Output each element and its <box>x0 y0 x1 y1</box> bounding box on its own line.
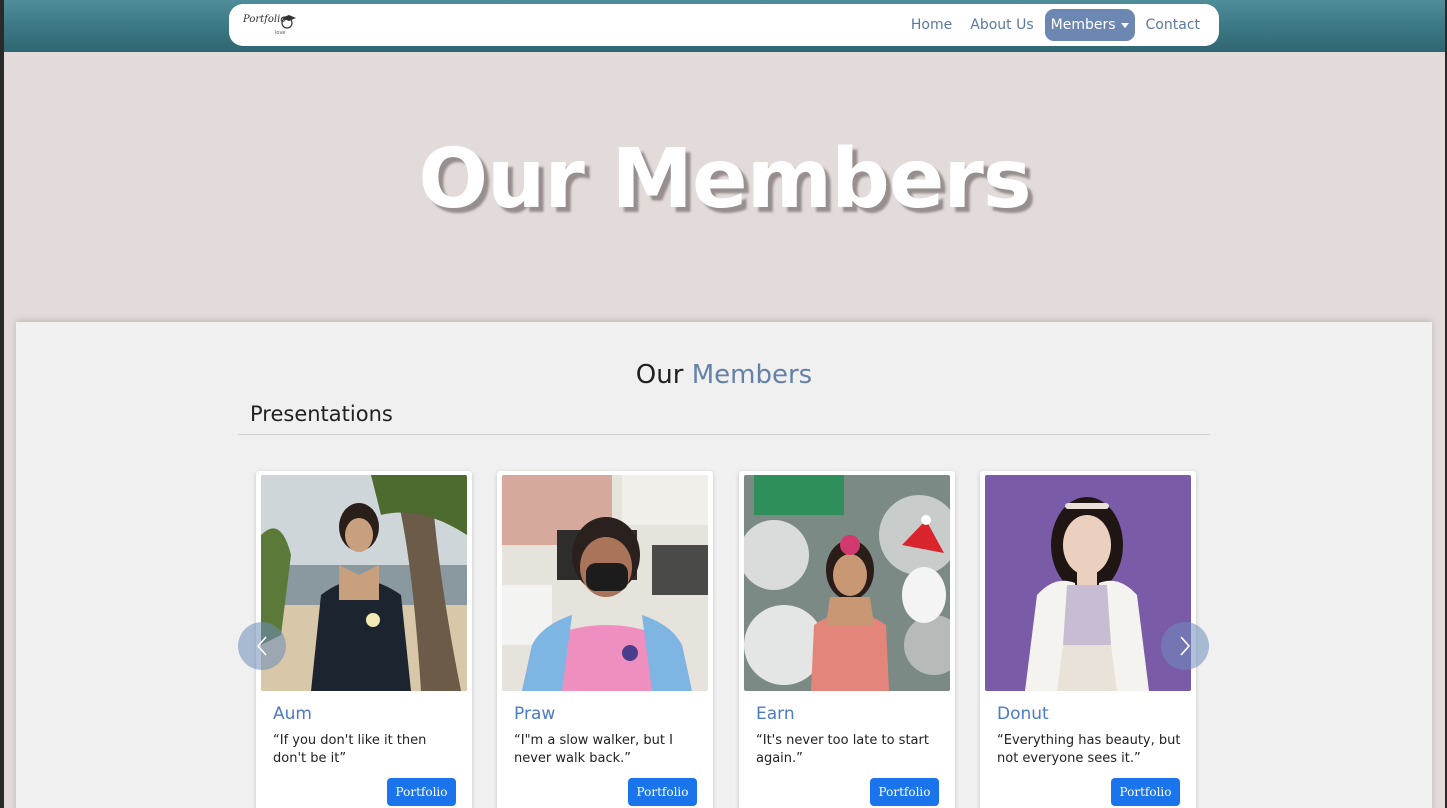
presentations-heading: Presentations <box>250 402 393 426</box>
photo-earn-image <box>744 475 950 691</box>
portfolio-button[interactable]: Portfolio <box>387 778 456 806</box>
member-card-earn: Earn “It's never too late to start again… <box>739 471 955 808</box>
carousel-prev-button[interactable] <box>238 622 286 670</box>
member-photo-donut <box>985 475 1191 691</box>
section-title-main: Our <box>635 360 684 390</box>
photo-aum-image <box>261 475 467 691</box>
member-name: Praw <box>514 704 556 724</box>
nav-members-dropdown[interactable]: Members <box>1044 9 1135 41</box>
member-name: Donut <box>997 704 1049 724</box>
nav-about-us[interactable]: About Us <box>963 10 1040 40</box>
brand-sub: love <box>275 30 286 36</box>
member-card-praw: Praw “I"m a slow walker, but I never wal… <box>497 471 713 808</box>
section-title: Our Members <box>16 360 1432 390</box>
member-quote: “I"m a slow walker, but I never walk bac… <box>514 733 673 766</box>
page: Portfolio love Home About Us Members Con… <box>4 0 1445 808</box>
carousel-next-button[interactable] <box>1161 622 1209 670</box>
member-card-aum: Aum “If you don't like it then don't be … <box>256 471 472 808</box>
graduation-cap-icon <box>281 15 296 29</box>
chevron-right-icon <box>1180 636 1191 656</box>
nav-links: Home About Us Members Contact <box>900 8 1207 42</box>
member-quote: “Everything has beauty, but not everyone… <box>997 733 1181 766</box>
member-photo-aum <box>261 475 467 691</box>
chevron-left-icon <box>256 636 267 656</box>
top-bar: Portfolio love Home About Us Members Con… <box>4 0 1445 52</box>
member-quote: “It's never too late to start again.” <box>756 733 929 766</box>
nav-contact[interactable]: Contact <box>1139 10 1207 40</box>
brand-logo[interactable]: Portfolio love <box>243 12 299 40</box>
portfolio-button[interactable]: Portfolio <box>628 778 697 806</box>
member-quote: “If you don't like it then don't be it” <box>273 733 427 766</box>
nav-members-label: Members <box>1050 17 1116 33</box>
caret-down-icon <box>1120 22 1129 28</box>
members-section: Our Members Presentations Aum “If you do… <box>16 322 1432 808</box>
section-title-accent: Members <box>691 360 813 390</box>
portfolio-button[interactable]: Portfolio <box>1111 778 1180 806</box>
navbar: Portfolio love Home About Us Members Con… <box>229 4 1219 46</box>
hero-title: Our Members <box>418 132 1031 227</box>
photo-praw-image <box>502 475 708 691</box>
nav-home[interactable]: Home <box>904 10 959 40</box>
member-photo-praw <box>502 475 708 691</box>
divider <box>238 434 1210 435</box>
member-name: Earn <box>756 704 795 724</box>
member-photo-earn <box>744 475 950 691</box>
photo-donut-image <box>985 475 1191 691</box>
member-name: Aum <box>273 704 312 724</box>
portfolio-button[interactable]: Portfolio <box>870 778 939 806</box>
